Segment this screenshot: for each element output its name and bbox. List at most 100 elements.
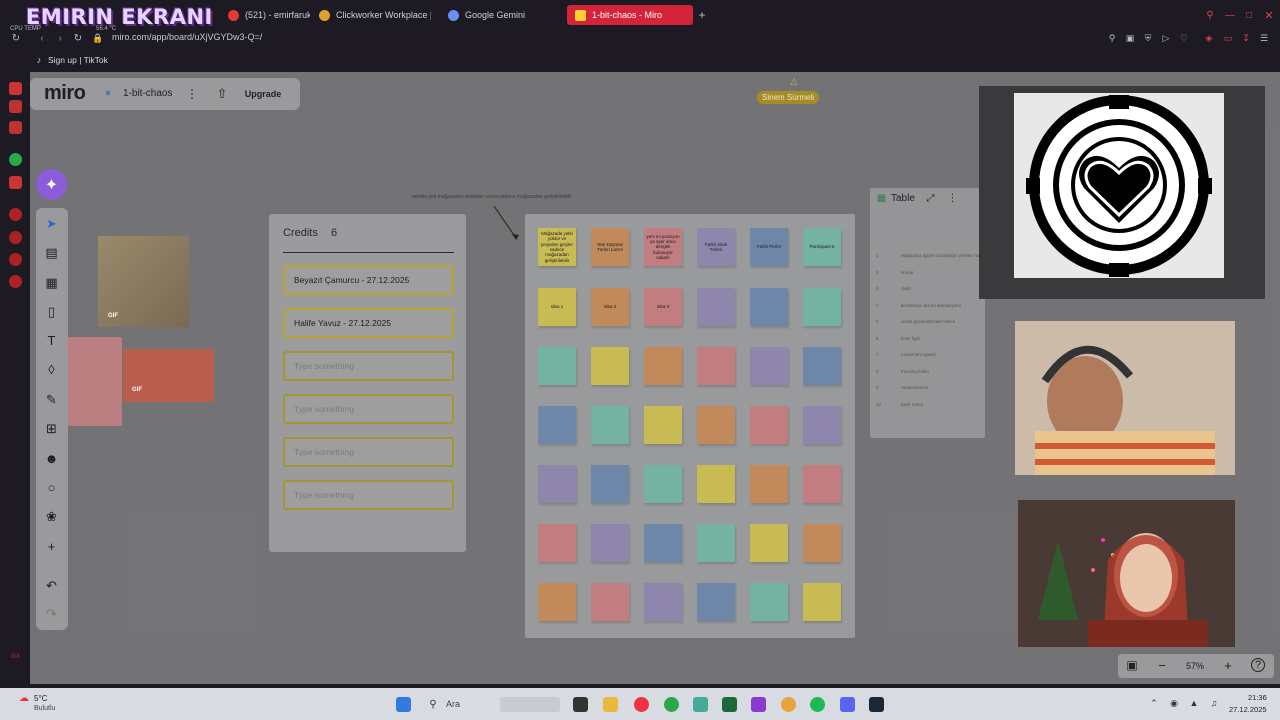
sticky-note[interactable] [750,288,788,326]
tab-miro-active[interactable]: 1-bit-chaos - Miro [567,5,693,25]
reactions-icon[interactable]: ☻ [44,451,59,466]
upgrade-button[interactable]: Upgrade [238,83,288,105]
sticky-note[interactable] [538,524,576,562]
sticky-note[interactable] [697,288,735,326]
table-row-cell[interactable]: kombiasyu dizum animasyonu [901,303,979,308]
table-row-cell[interactable]: boss fight [901,336,979,341]
comment-icon[interactable]: ○ [44,480,59,495]
sticky-note[interactable]: yeni mi pozisyon ya ayar aracı dengeli b… [644,228,682,266]
sticky-note[interactable] [591,347,629,385]
chrome-icon[interactable] [781,697,796,712]
instagram-icon[interactable] [9,176,22,189]
snapshot-icon[interactable]: ▣ [1124,32,1136,44]
credit-placeholder-row[interactable]: Type something [283,437,454,467]
table-row-cell[interactable]: arada güçlendirmeler eklen [901,319,979,324]
redo-icon[interactable]: ↷ [44,606,59,621]
close-window-icon[interactable]: ✕ [1263,9,1275,22]
sticky-note[interactable] [697,524,735,562]
sticky-note[interactable] [591,406,629,444]
back-icon[interactable]: ‹ [36,32,48,44]
sloth-gif[interactable]: GIF [98,236,189,327]
add-more-icon[interactable]: + [44,539,59,554]
menu-icon[interactable]: ☰ [1258,32,1270,44]
canva-icon[interactable] [751,697,766,712]
table-row-cell[interactable]: Mağazaya ilgiyle kazandığın yetkiler hac… [901,253,979,258]
new-tab-icon[interactable]: + [696,8,708,22]
credit-placeholder-row[interactable]: Type something [283,394,454,424]
history-icon[interactable] [9,231,22,244]
sticky-note[interactable] [538,406,576,444]
refresh-icon[interactable]: ↻ [72,32,84,44]
sticky-note[interactable] [803,288,841,326]
credit-placeholder-row[interactable]: Type something [283,480,454,510]
shield-icon[interactable]: ⛨ [1142,32,1154,44]
sticky-note[interactable] [538,347,576,385]
sticky-note[interactable]: Idea 1 [538,288,576,326]
xbox-icon[interactable] [722,697,737,712]
sticky-note[interactable] [644,524,682,562]
fit-to-screen-icon[interactable]: ▣ [1125,658,1139,672]
sticky-note[interactable] [803,465,841,503]
sticky-note[interactable] [750,347,788,385]
search-highlight-icon[interactable] [500,697,560,712]
table-row-cell[interactable]: randomizeme [901,385,979,390]
pin-icon[interactable]: ⚲ [1106,32,1118,44]
tab-youtube[interactable]: (521) - emirfarukbr [220,5,310,25]
undo-icon[interactable]: ↶ [44,578,59,593]
sticky-note[interactable] [591,583,629,621]
discord-icon[interactable] [840,697,855,712]
sticky-note[interactable] [644,465,682,503]
weather-temperature[interactable]: 5°C [34,694,47,703]
spotify-icon[interactable] [810,697,825,712]
download-icon[interactable]: ↧ [1240,32,1252,44]
zoom-out-icon[interactable]: − [1155,658,1169,673]
sticky-note[interactable] [750,524,788,562]
frame-icon[interactable]: ⊞ [44,421,59,436]
minimize-icon[interactable]: — [1224,9,1236,21]
templates-icon[interactable]: ▤ [44,245,59,260]
sticky-note[interactable] [644,583,682,621]
sticky-note[interactable] [591,465,629,503]
help-icon[interactable]: ? [1251,658,1265,672]
connector-arrow[interactable] [492,204,522,244]
reload-icon[interactable]: ↻ [10,32,22,44]
sticky-note[interactable] [591,524,629,562]
wifi-icon[interactable]: ▲ [1189,698,1199,708]
sticky-note[interactable] [644,347,682,385]
tab-gemini[interactable]: Google Gemini [440,5,560,25]
sticky-note[interactable] [538,583,576,621]
bookmark-tiktok[interactable]: Sign up | TikTok [48,55,108,65]
steam-icon[interactable] [869,697,884,712]
sticky-note[interactable] [803,406,841,444]
file-explorer-icon[interactable] [603,697,618,712]
pinboard-icon[interactable] [9,253,22,266]
aria-icon[interactable] [9,100,22,113]
table-row-cell[interactable]: movement speed [901,352,979,357]
sticky-note[interactable] [538,465,576,503]
sticky-note[interactable]: Yeni Düşman Türleri Lazım [591,228,629,266]
apps-icon[interactable]: ❀ [44,509,59,524]
select-cursor-icon[interactable]: ➤ [44,216,59,231]
wallet-icon[interactable]: ▭ [1222,32,1234,44]
sticky-note[interactable] [697,347,735,385]
sticky-note[interactable] [803,583,841,621]
extensions-icon[interactable]: ◈ [1203,32,1215,44]
zoom-in-icon[interactable]: + [1221,658,1235,673]
sticky-note[interactable] [644,406,682,444]
table-widget[interactable] [870,188,985,438]
whatsapp-taskbar-icon[interactable] [664,697,679,712]
weather-description[interactable]: Bulutlu [34,705,55,712]
maximize-icon[interactable]: □ [1243,9,1255,21]
sticky-note[interactable]: Idea 3 [644,288,682,326]
shapes-icon[interactable]: ◊ [44,362,59,377]
volume-icon[interactable]: ♫ [1209,698,1219,708]
messenger-icon[interactable] [9,121,22,134]
search-icon[interactable]: ⚲ [427,698,439,710]
table-row-cell[interactable]: kumar [901,270,979,275]
sticky-note-icon[interactable]: ▯ [44,304,59,319]
cartoon-sticker[interactable] [68,337,122,426]
opera-gx-icon[interactable] [634,697,649,712]
sticky-note[interactable] [750,583,788,621]
sticky-note[interactable] [803,347,841,385]
table-more-icon[interactable]: ⋮ [947,193,958,204]
